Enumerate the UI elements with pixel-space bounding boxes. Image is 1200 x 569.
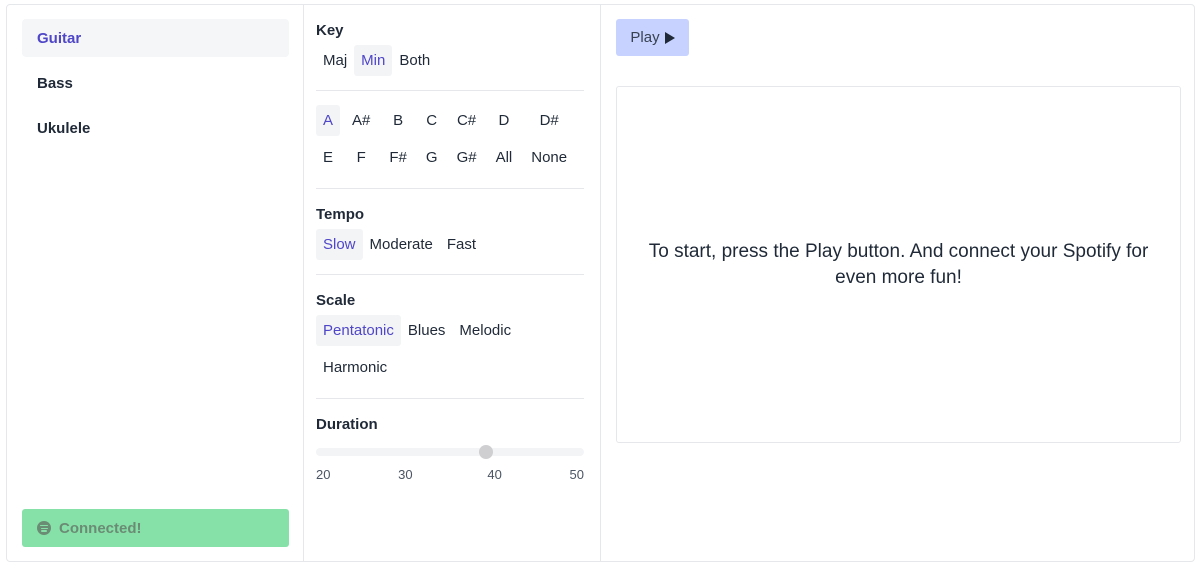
instrument-label: Ukulele	[37, 119, 91, 137]
duration-tick-label: 40	[487, 467, 502, 482]
spotify-status-label: Connected!	[59, 519, 142, 537]
scale-section: Scale Pentatonic Blues Melodic Harmonic	[316, 292, 584, 383]
key-note-section: A A# B C C# D D# E F F# G G# All None	[316, 105, 584, 173]
duration-section: Duration	[316, 416, 584, 438]
key-note-option[interactable]: G#	[450, 142, 484, 173]
key-note-option[interactable]: None	[524, 142, 574, 173]
instrument-list: Guitar Bass Ukulele	[22, 19, 289, 154]
play-button[interactable]: Play	[616, 19, 689, 56]
play-icon	[664, 31, 675, 44]
scale-option[interactable]: Pentatonic	[316, 315, 401, 346]
instrument-panel: Guitar Bass Ukulele Connected!	[7, 5, 304, 561]
key-note-option[interactable]: D#	[524, 105, 574, 136]
duration-tick-labels: 20 30 40 50	[316, 467, 584, 483]
key-note-option[interactable]: F#	[382, 142, 414, 173]
tempo-option[interactable]: Slow	[316, 229, 363, 260]
scale-option[interactable]: Harmonic	[316, 352, 394, 383]
divider	[316, 274, 584, 275]
spotify-icon	[37, 521, 51, 535]
divider	[316, 398, 584, 399]
key-note-option[interactable]: B	[382, 105, 414, 136]
key-note-option[interactable]: E	[316, 142, 340, 173]
key-note-option[interactable]: A#	[345, 105, 377, 136]
key-title: Key	[316, 22, 344, 39]
start-message: To start, press the Play button. And con…	[648, 240, 1149, 288]
key-mode-option[interactable]: Maj	[316, 45, 354, 76]
instrument-item[interactable]: Bass	[22, 64, 289, 102]
duration-tick-label: 20	[316, 467, 331, 482]
play-button-label: Play	[630, 29, 660, 46]
divider	[316, 90, 584, 91]
key-note-options: A A# B C C# D D# E F F# G G# All None	[316, 105, 584, 173]
key-note-option[interactable]: G	[419, 142, 445, 173]
instrument-label: Guitar	[37, 29, 82, 47]
key-note-option[interactable]: F	[345, 142, 377, 173]
tempo-option[interactable]: Fast	[440, 229, 483, 260]
key-note-option[interactable]: C	[419, 105, 445, 136]
scale-title: Scale	[316, 292, 356, 309]
tempo-title: Tempo	[316, 206, 365, 223]
spotify-connect-button[interactable]: Connected!	[22, 509, 289, 547]
key-note-option[interactable]: A	[316, 105, 341, 136]
message-panel: To start, press the Play button. And con…	[616, 86, 1181, 443]
instrument-item[interactable]: Ukulele	[22, 109, 289, 147]
divider	[316, 188, 584, 189]
tempo-options: Slow Moderate Fast	[316, 229, 584, 260]
scale-option[interactable]: Blues	[401, 315, 453, 346]
duration-slider[interactable]	[316, 445, 584, 459]
scale-option[interactable]: Melodic	[452, 315, 518, 346]
scale-options: Pentatonic Blues Melodic Harmonic	[316, 315, 584, 383]
key-mode-option[interactable]: Min	[354, 45, 393, 76]
key-mode-options: Maj Min Both	[316, 45, 584, 76]
tempo-option[interactable]: Moderate	[363, 229, 440, 260]
key-mode-option[interactable]: Both	[392, 45, 437, 76]
app-frame: Guitar Bass Ukulele Connected! Key Maj Mi…	[6, 4, 1195, 562]
settings-panel: Key Maj Min Both A A# B C C# D D# E F F# G G# All None …	[304, 5, 601, 561]
instrument-item[interactable]: Guitar	[22, 19, 289, 57]
key-note-option[interactable]: All	[489, 142, 520, 173]
instrument-label: Bass	[37, 74, 73, 92]
duration-tick-label: 50	[569, 467, 584, 482]
key-note-option[interactable]: C#	[450, 105, 484, 136]
tempo-section: Tempo Slow Moderate Fast	[316, 206, 584, 260]
duration-slider-handle[interactable]	[478, 445, 493, 459]
key-note-option[interactable]: D	[489, 105, 520, 136]
duration-tick-label: 30	[398, 467, 413, 482]
player-panel: Play To start, press the Play button. An…	[601, 5, 1194, 561]
key-section: Key Maj Min Both	[316, 22, 584, 76]
duration-title: Duration	[316, 416, 378, 433]
